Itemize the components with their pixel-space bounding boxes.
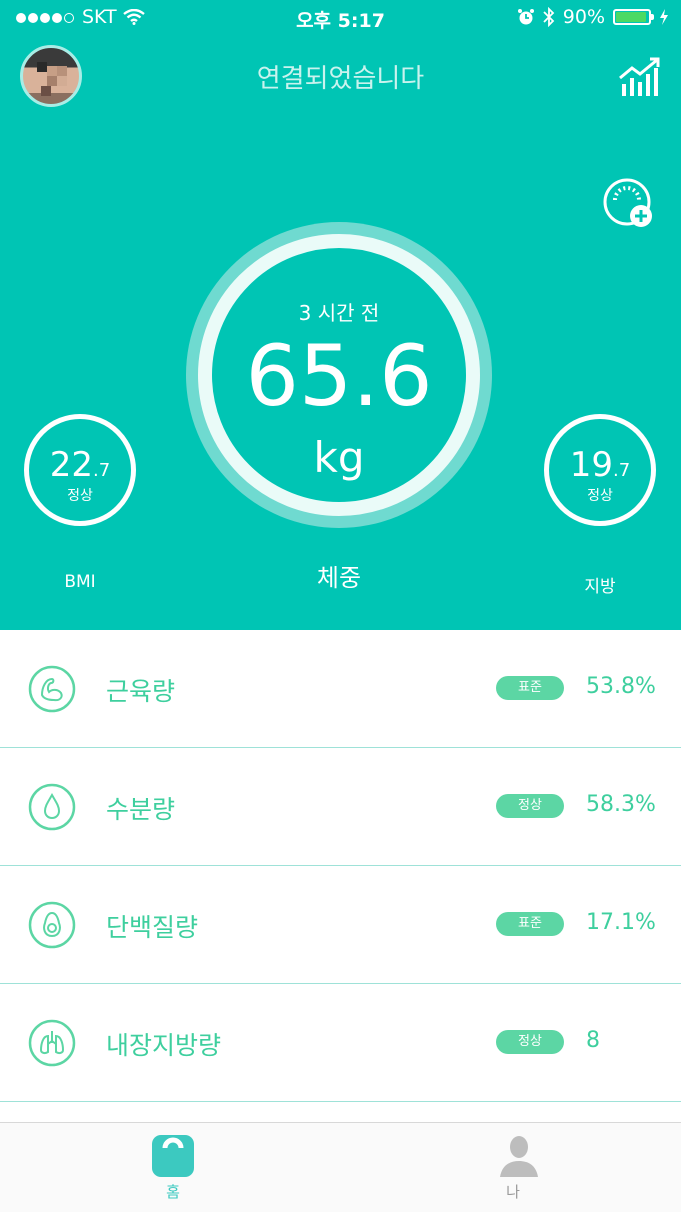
bmi-decimal: .7: [93, 460, 111, 481]
tab-bar: 홈 나: [0, 1122, 681, 1212]
metric-name: 근육량: [106, 677, 176, 706]
measurement-time: 3 시간 전: [298, 301, 380, 325]
muscle-icon: [28, 665, 76, 713]
metrics-list: 근육량 표준 53.8% 수분량 정상 58.3% 단백질량 표준 17.1% …: [0, 630, 681, 1102]
status-bar: SKT 오후 5:17 90%: [0, 0, 681, 38]
summary-hero: SKT 오후 5:17 90% 연결되었습니다 3 시간 전 65.6 kg 체…: [0, 0, 681, 630]
battery-percent: 90%: [562, 6, 605, 28]
weight-unit: kg: [313, 433, 365, 482]
tab-label: 나: [506, 1183, 520, 1201]
fat-int: 19: [569, 445, 614, 485]
bmi-label: BMI: [64, 572, 96, 592]
list-item-protein[interactable]: 단백질량 표준 17.1%: [0, 866, 681, 984]
lungs-icon: [28, 1019, 76, 1067]
metric-value: 17.1%: [586, 910, 656, 935]
bluetooth-icon: [543, 7, 555, 27]
chart-trend-icon[interactable]: [617, 56, 663, 98]
metric-value: 58.3%: [586, 792, 656, 817]
fat-ring[interactable]: 19.7 정상: [544, 414, 656, 526]
metric-value: 8: [586, 1028, 600, 1053]
list-item-water[interactable]: 수분량 정상 58.3%: [0, 748, 681, 866]
water-drop-icon: [28, 783, 76, 831]
battery-icon: [613, 9, 654, 25]
list-item-muscle[interactable]: 근육량 표준 53.8%: [0, 630, 681, 748]
charging-icon: [660, 9, 668, 25]
bmi-int: 22: [49, 445, 94, 485]
metric-name: 내장지방량: [106, 1031, 222, 1060]
person-icon: [500, 1136, 538, 1177]
status-badge: 표준: [496, 676, 564, 700]
avocado-icon: [28, 901, 76, 949]
metric-name: 수분량: [106, 795, 176, 824]
alarm-icon: [517, 9, 534, 25]
fat-status: 정상: [587, 488, 613, 504]
weight-label: 체중: [316, 564, 362, 592]
tab-label: 홈: [166, 1183, 180, 1201]
scale-home-icon: [152, 1135, 194, 1177]
status-badge: 정상: [496, 1030, 564, 1054]
fat-label: 지방: [584, 577, 616, 597]
weight-value: 65.6: [245, 327, 433, 425]
metric-value: 53.8%: [586, 674, 656, 699]
metric-name: 단백질량: [106, 913, 199, 942]
connection-title: 연결되었습니다: [256, 64, 425, 94]
fat-decimal: .7: [613, 460, 631, 481]
list-item-visceral-fat[interactable]: 내장지방량 정상 8: [0, 984, 681, 1102]
bmi-status: 정상: [67, 488, 93, 504]
scale-add-icon[interactable]: [601, 178, 657, 230]
tab-home[interactable]: 홈: [0, 1123, 340, 1212]
bmi-ring[interactable]: 22.7 정상: [24, 414, 136, 526]
tab-me[interactable]: 나: [340, 1123, 680, 1212]
status-badge: 표준: [496, 912, 564, 936]
status-badge: 정상: [496, 794, 564, 818]
